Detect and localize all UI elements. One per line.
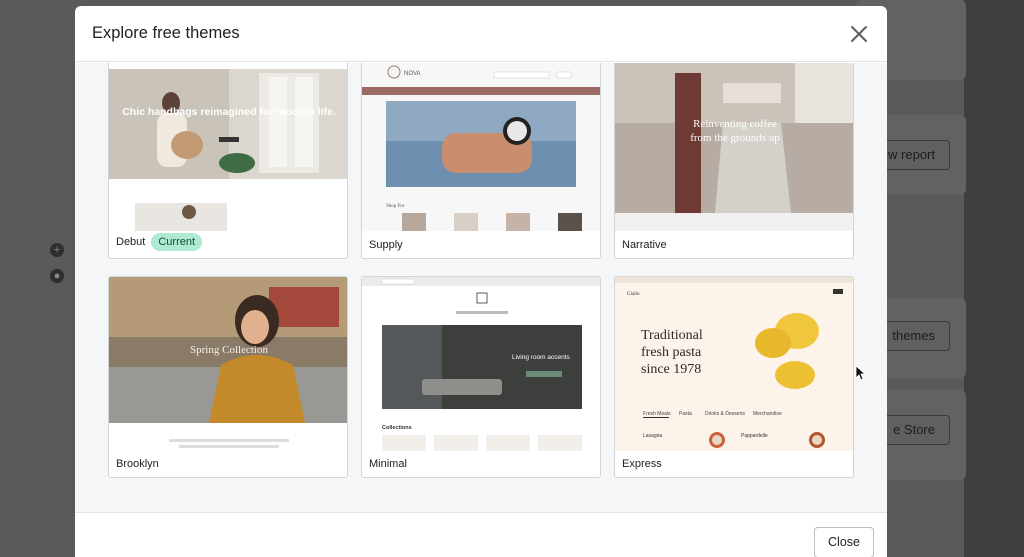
modal-title: Explore free themes xyxy=(92,24,240,42)
brooklyn-preview-headline: Spring Collection xyxy=(190,344,268,356)
theme-card-minimal[interactable]: Living room accents Collections Minimal xyxy=(361,276,601,478)
plus-circle-icon: + xyxy=(50,243,64,257)
eye-icon: ● xyxy=(50,269,64,283)
theme-card-express[interactable]: Giallo Traditional fresh pasta since 1978 … xyxy=(614,276,854,478)
express-tab-pasta: Pasta xyxy=(679,411,692,417)
supply-section-title: Shop For xyxy=(386,204,405,209)
background-edge xyxy=(964,0,1024,557)
express-preview-image: Giallo Traditional fresh pasta since 1978 … xyxy=(615,277,853,451)
theme-card-brooklyn[interactable]: Spring Collection Brooklyn xyxy=(108,276,348,478)
explore-themes-modal: Explore free themes Chic handbags reimag… xyxy=(75,6,887,557)
minimal-section-title: Collections xyxy=(382,425,412,431)
narrative-preview-image: Reinventing coffee from the grounds up xyxy=(615,63,853,231)
theme-name: Narrative xyxy=(622,239,667,251)
theme-name: Supply xyxy=(369,239,403,251)
express-tab-merchandise: Merchandise xyxy=(753,411,782,417)
brooklyn-preview-image: Spring Collection xyxy=(109,277,347,451)
modal-footer: Close xyxy=(75,512,887,557)
express-tab-fresh-meals: Fresh Meals xyxy=(643,411,671,417)
modal-header: Explore free themes xyxy=(75,6,887,62)
theme-name: Debut xyxy=(116,236,146,248)
express-item-pappardelle: Pappardelle xyxy=(741,433,768,439)
theme-name: Express xyxy=(622,458,662,470)
close-button[interactable]: Close xyxy=(814,527,874,557)
theme-name: Minimal xyxy=(369,458,407,470)
theme-card-supply[interactable]: NOVA Shop For Supply xyxy=(361,63,601,259)
express-tab-drinks: Drinks & Desserts xyxy=(705,411,746,417)
minimal-preview-image: Living room accents Collections xyxy=(362,277,600,451)
close-icon[interactable] xyxy=(847,22,871,46)
debut-preview-headline: Chic handbags reimagined for modern life… xyxy=(122,106,336,118)
mouse-cursor-icon xyxy=(855,365,867,386)
theme-name: Brooklyn xyxy=(116,458,159,470)
background-themes-button: themes xyxy=(877,321,950,351)
supply-brand: NOVA xyxy=(404,71,421,77)
debut-preview-image: Chic handbags reimagined for modern life… xyxy=(109,63,347,231)
current-badge: Current xyxy=(151,233,203,251)
supply-preview-image: NOVA Shop For xyxy=(362,63,600,231)
express-item-lasagna: Lasagna xyxy=(643,433,662,439)
themes-scroll-area[interactable]: Chic handbags reimagined for modern life… xyxy=(75,63,887,513)
express-preview-headline: Traditional fresh pasta since 1978 xyxy=(641,328,703,377)
background-store-button: e Store xyxy=(878,415,950,445)
theme-card-debut[interactable]: Chic handbags reimagined for modern life… xyxy=(108,63,348,259)
theme-card-narrative[interactable]: Reinventing coffee from the grounds up Na… xyxy=(614,63,854,259)
minimal-preview-headline: Living room accents xyxy=(512,354,571,361)
express-brand: Giallo xyxy=(627,292,640,297)
